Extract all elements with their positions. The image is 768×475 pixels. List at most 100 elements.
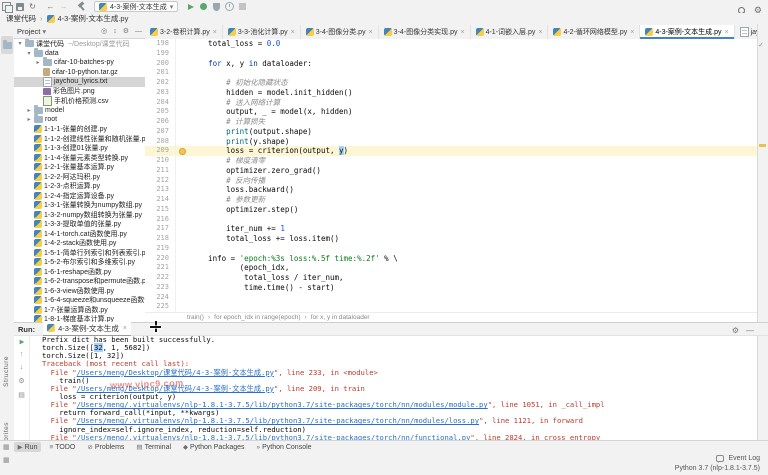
close-tab-icon[interactable]: ×	[291, 29, 295, 36]
line-number[interactable]: 217	[145, 224, 176, 234]
chevron-down-icon[interactable]: ▾	[42, 27, 46, 36]
line-number[interactable]: 225	[145, 302, 176, 312]
tree-item[interactable]: 1-6-4-squeeze和unsqueeze函数使用.py	[14, 296, 145, 306]
tree-item[interactable]: 1-7-张量运算函数.py	[14, 305, 145, 315]
line-number[interactable]: 205	[145, 107, 176, 117]
tree-item[interactable]: 1-6-1-reshape函数.py	[14, 267, 145, 277]
line-number[interactable]: 223	[145, 283, 176, 293]
tree-item[interactable]: 1-3-1-张量转换为numpy数组.py	[14, 201, 145, 211]
tree-item[interactable]: ▾课堂代码~/Desktop/课堂代码	[14, 39, 145, 49]
line-number[interactable]: 199	[145, 49, 176, 59]
line-number[interactable]: 207	[145, 127, 176, 137]
synchronize-button[interactable]: ↻	[26, 1, 39, 12]
line-number[interactable]: 222	[145, 273, 176, 283]
line-number[interactable]: 215	[145, 205, 176, 215]
expand-arrow-icon[interactable]: ▸	[35, 59, 41, 66]
tool-window-button-todo[interactable]: ≡TODO	[45, 443, 79, 452]
line-number[interactable]: 208	[145, 137, 176, 147]
tree-item[interactable]: cifar-10-python.tar.gz	[14, 68, 145, 78]
line-number[interactable]: 216	[145, 215, 176, 225]
project-tool-button[interactable]	[1, 36, 13, 54]
tree-item[interactable]: 1-5-2-布尔索引和多维索引.py	[14, 258, 145, 268]
debug-button[interactable]	[197, 1, 210, 12]
line-number[interactable]: 219	[145, 244, 176, 254]
line-number[interactable]: 200	[145, 59, 176, 69]
tree-item[interactable]: 1-3-2-numpy数组转换为张量.py	[14, 210, 145, 220]
run-button[interactable]	[184, 1, 197, 12]
restore-layout-button[interactable]: ⚙	[18, 377, 24, 385]
tool-window-button-python-packages[interactable]: ◆Python Packages	[179, 442, 248, 452]
editor-tab[interactable]: 4-2-循环网络模型.py×	[548, 25, 640, 39]
tool-window-button-python-console[interactable]: »Python Console	[253, 443, 316, 452]
build-button[interactable]	[75, 1, 88, 12]
line-number[interactable]: 224	[145, 293, 176, 303]
line-number[interactable]: 221	[145, 263, 176, 273]
tree-item[interactable]: 1-1-1-张量的创建.py	[14, 125, 145, 135]
line-number[interactable]: 202	[145, 78, 176, 88]
editor-tab[interactable]: 3-4-图像分类.py×	[301, 25, 379, 39]
line-number[interactable]: 201	[145, 68, 176, 78]
down-stack-trace-button[interactable]: ↓	[20, 364, 24, 371]
stop-button[interactable]	[236, 1, 249, 12]
tool-window-button-problems[interactable]: ⊘Problems	[83, 442, 128, 452]
close-tab-icon[interactable]: ×	[724, 29, 728, 36]
back-button[interactable]: ←	[44, 1, 57, 12]
tree-item[interactable]: 1-3-3-提取单值的张量.py	[14, 220, 145, 230]
editor-tab[interactable]: 4-3-案例-文本生成.py×	[640, 25, 734, 39]
console-file-link[interactable]: /Users/meng/Desktop/课堂代码/4-3-案例-文本生成.py	[77, 368, 274, 377]
editor-tab[interactable]: 3-4-图像分类实现.py×	[379, 25, 471, 39]
line-number[interactable]: 198	[145, 39, 176, 49]
line-number[interactable]: 203	[145, 88, 176, 98]
tree-item[interactable]: 1-1-3-创建01张量.py	[14, 144, 145, 154]
error-stripe-mark[interactable]	[759, 144, 766, 147]
expand-arrow-icon[interactable]: ▾	[17, 40, 23, 47]
coverage-button[interactable]	[210, 1, 223, 12]
close-tab-icon[interactable]: ×	[538, 29, 542, 36]
run-console[interactable]: Prefix dict has been built successfully.…	[30, 336, 757, 440]
rerun-button[interactable]	[19, 340, 24, 345]
line-number[interactable]: 220	[145, 254, 176, 264]
up-stack-trace-button[interactable]: ↑	[20, 351, 24, 358]
tree-item[interactable]: ▾data	[14, 49, 145, 59]
console-file-link[interactable]: /Users/meng/.virtualenvs/nlp-1.8.1-3.7.5…	[77, 433, 471, 440]
editor-tab[interactable]: 3-3-池化计算.py×	[223, 25, 301, 39]
editor-tab[interactable]: 4-1-词嵌入层.py×	[471, 25, 549, 39]
tool-window-switcher-icon[interactable]: ▦	[3, 456, 10, 464]
expand-arrow-icon[interactable]: ▸	[26, 107, 32, 114]
tree-item[interactable]: 1-2-4-指定运算设备.py	[14, 191, 145, 201]
code-editor[interactable]: 198 total_loss = 0.0199200 for x, y in d…	[145, 39, 757, 312]
line-number[interactable]: 209	[145, 146, 176, 156]
tree-item[interactable]: jaychou_lyrics.txt	[14, 77, 145, 87]
run-settings-icon[interactable]: ⚙	[732, 326, 739, 335]
line-number[interactable]: 212	[145, 176, 176, 186]
tree-item[interactable]: 1-4-1-torch.cat函数使用.py	[14, 229, 145, 239]
editor-breadcrumb-item[interactable]: train()	[187, 314, 204, 321]
expand-collapse-icon[interactable]: ↕	[113, 28, 117, 35]
line-number[interactable]: 204	[145, 98, 176, 108]
structure-tool-button[interactable]: Structure	[3, 356, 10, 387]
tool-window-button-run[interactable]: ▶Run	[14, 442, 42, 452]
pin-tab-button[interactable]: ▤	[18, 391, 25, 399]
close-tab-icon[interactable]: ×	[213, 29, 217, 36]
tree-item[interactable]: 1-1-4-张量元素类型转换.py	[14, 153, 145, 163]
tree-item[interactable]: 1-2-2-阿达玛积.py	[14, 172, 145, 182]
tree-item[interactable]: 1-1-2-创建线性张量和随机张量.py	[14, 134, 145, 144]
line-number[interactable]: 218	[145, 234, 176, 244]
save-all-button[interactable]	[13, 1, 26, 12]
tree-item[interactable]: 1-5-1-简单行列索引和列表索引.py	[14, 248, 145, 258]
panel-settings-icon[interactable]: ⚙	[123, 27, 129, 35]
close-icon[interactable]: ×	[123, 325, 127, 332]
editor-breadcrumb-item[interactable]: for x, y in dataloader	[311, 314, 370, 321]
inspection-status-icon[interactable]: ✓	[758, 41, 764, 49]
tool-window-button-terminal[interactable]: ▤Terminal	[132, 442, 175, 452]
run-tab[interactable]: 4-3-案例-文本生成 ×	[43, 322, 131, 337]
tree-item[interactable]: 彩色图片.png	[14, 87, 145, 97]
tree-item[interactable]: 1-2-3-点积运算.py	[14, 182, 145, 192]
editor-tab[interactable]: jaychou_lyrics.txt×	[735, 25, 757, 39]
line-number[interactable]: 211	[145, 166, 176, 176]
tree-item[interactable]: 1-2-1-张量基本运算.py	[14, 163, 145, 173]
expand-arrow-icon[interactable]: ▸	[26, 116, 32, 123]
tree-item[interactable]: ▸cifar-10-batches-py	[14, 58, 145, 68]
close-tab-icon[interactable]: ×	[630, 29, 634, 36]
line-number[interactable]: 206	[145, 117, 176, 127]
